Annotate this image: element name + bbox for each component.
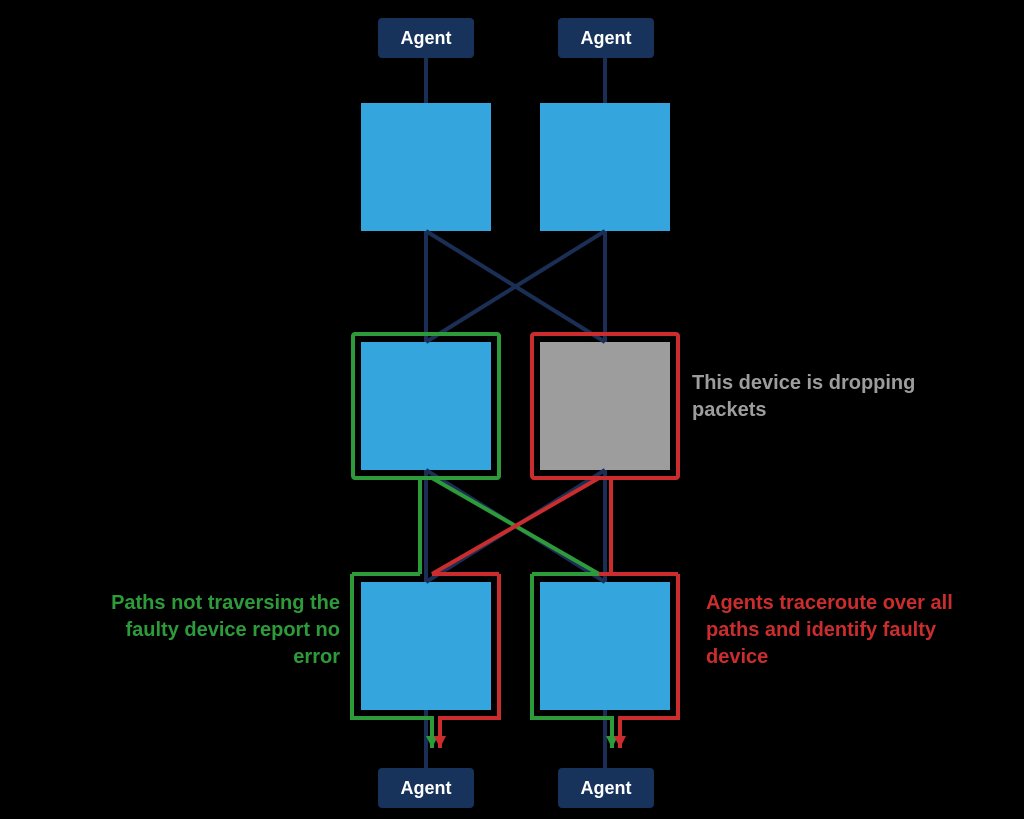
agent-bottom-left: Agent (378, 768, 474, 808)
label-red-path: Agents traceroute over all paths and ide… (706, 590, 966, 671)
agent-top-left: Agent (378, 18, 474, 58)
agent-top-right: Agent (558, 18, 654, 58)
diagram-stage: Agent Agent Agent Agent This device is d… (0, 0, 1024, 819)
agent-label: Agent (401, 28, 452, 49)
node-row1-right (540, 103, 670, 231)
agent-label: Agent (581, 778, 632, 799)
node-row1-left (361, 103, 491, 231)
node-row3-left (361, 582, 491, 710)
node-row2-right-faulty (540, 342, 670, 470)
agent-bottom-right: Agent (558, 768, 654, 808)
node-row3-right (540, 582, 670, 710)
label-faulty-device: This device is dropping packets (692, 370, 952, 424)
agent-label: Agent (581, 28, 632, 49)
label-green-path: Paths not traversing the faulty device r… (80, 590, 340, 671)
node-row2-left (361, 342, 491, 470)
agent-label: Agent (401, 778, 452, 799)
